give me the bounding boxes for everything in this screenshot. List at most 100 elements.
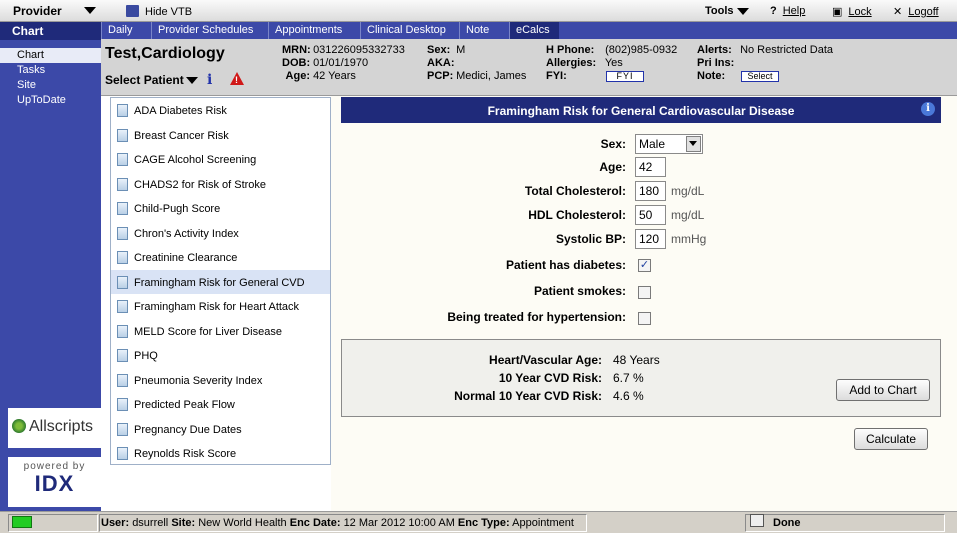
dropdown-arrow-icon [84, 7, 96, 14]
mrn-label: MRN: [282, 44, 311, 56]
mrn-value: 031226095332733 [313, 44, 405, 56]
age-value: 42 Years [313, 70, 356, 82]
nav-item-uptodate[interactable]: UpToDate [0, 93, 101, 108]
tab-ecalcs[interactable]: eCalcs [509, 22, 559, 39]
pcp-value: Medici, James [456, 70, 527, 82]
sex-select[interactable]: Male [635, 134, 703, 154]
calculator-icon [117, 153, 128, 166]
warning-icon[interactable]: ! [230, 72, 244, 85]
info-icon[interactable]: i [207, 72, 212, 88]
list-item[interactable]: Pneumonia Severity Index [111, 368, 330, 393]
hphone-value: (802)985-0932 [605, 44, 678, 56]
tab-provider-schedules[interactable]: Provider Schedules [151, 22, 266, 39]
pcp-label: PCP: [427, 70, 454, 82]
list-item[interactable]: Reynolds Risk Score [111, 441, 330, 466]
list-item[interactable]: Creatinine Clearance [111, 245, 330, 270]
results-panel: Heart/Vascular Age: 48 Years 10 Year CVD… [341, 339, 941, 417]
age-label: Age: [285, 70, 310, 82]
fyi-field: FYI: FYI [546, 70, 645, 82]
enc-date-value: 12 Mar 2012 10:00 AM [343, 517, 455, 529]
smokes-label: Patient smokes: [533, 284, 626, 298]
heart-age-label: Heart/Vascular Age: [489, 353, 602, 367]
list-item-label: Child-Pugh Score [134, 203, 221, 215]
total-cholesterol-input[interactable]: 180 [635, 181, 666, 201]
close-icon: ✕ [893, 6, 903, 18]
age-label: Age: [599, 160, 626, 174]
list-item[interactable]: Chron's Activity Index [111, 221, 330, 246]
tab-appointments[interactable]: Appointments [268, 22, 360, 39]
hypertension-label: Being treated for hypertension: [447, 310, 626, 324]
list-item[interactable]: Predicted Peak Flow [111, 392, 330, 417]
calculator-icon [117, 324, 128, 338]
logoff-link[interactable]: ✕ Logoff [893, 5, 939, 18]
hphone-field: H Phone: (802)985-0932 [546, 44, 677, 56]
lock-link[interactable]: ▣ Lock [832, 5, 872, 18]
list-item-label: Framingham Risk for Heart Attack [134, 301, 300, 313]
priins-field: Pri Ins: [697, 57, 737, 69]
list-item-label: Chron's Activity Index [134, 227, 239, 240]
user-label: User: [101, 517, 130, 529]
mrn-field: MRN: 031226095332733 [282, 44, 405, 56]
provider-menu[interactable]: Provider [0, 0, 102, 22]
select-patient-button[interactable]: Select Patient [105, 73, 198, 87]
list-item[interactable]: CAGE Alcohol Screening [111, 147, 330, 172]
nav-item-site[interactable]: Site [0, 78, 101, 93]
tools-menu[interactable]: Tools [705, 5, 749, 17]
calculator-icon [117, 202, 128, 215]
left-navigation: Chart Chart Tasks Site UpToDate Allscrip… [0, 22, 101, 511]
alerts-field: Alerts: No Restricted Data [697, 44, 833, 56]
cvd-risk-value: 6.7 % [613, 371, 644, 385]
note-select-button[interactable]: Select [741, 71, 780, 82]
hdl-cholesterol-input[interactable]: 50 [635, 205, 666, 225]
page-icon [750, 514, 764, 527]
idx-logo-text: IDX [34, 471, 75, 496]
list-item[interactable]: MELD Score for Liver Disease [111, 319, 330, 344]
enc-date-label: Enc Date: [289, 517, 341, 529]
site-label: Site: [171, 517, 196, 529]
list-item[interactable]: PHQ [111, 343, 330, 368]
calculator-icon [117, 300, 128, 313]
list-item[interactable]: Breast Cancer Risk [111, 123, 330, 148]
list-item[interactable]: Pregnancy Due Dates [111, 417, 330, 442]
normal-cvd-risk-value: 4.6 % [613, 389, 644, 403]
systolic-bp-input[interactable]: 120 [635, 229, 666, 249]
site-value: New World Health [198, 517, 287, 529]
calculator-icon [117, 275, 128, 289]
list-item[interactable]: Child-Pugh Score [111, 196, 330, 221]
list-item[interactable]: ADA Diabetes Risk [111, 98, 330, 123]
hypertension-checkbox[interactable] [638, 312, 651, 325]
info-icon[interactable]: i [921, 102, 935, 116]
nav-header: Chart [0, 22, 101, 40]
smokes-checkbox[interactable] [638, 286, 651, 299]
tools-label: Tools [705, 5, 734, 17]
allergies-value: Yes [604, 57, 623, 69]
vtb-icon [126, 5, 139, 17]
fyi-button[interactable]: FYI [606, 71, 645, 82]
hdl-cholesterol-unit: mg/dL [671, 208, 705, 222]
nav-item-tasks[interactable]: Tasks [0, 63, 101, 78]
enc-type-value: Appointment [512, 517, 574, 529]
dob-label: DOB: [282, 57, 311, 69]
logoff-label: Logoff [908, 6, 939, 18]
tab-clinical-desktop[interactable]: Clinical Desktop [360, 22, 459, 39]
connection-status-icon [12, 516, 32, 528]
diabetes-checkbox[interactable]: ✓ [638, 259, 651, 272]
list-item[interactable]: Framingham Risk for Heart Attack [111, 294, 330, 319]
total-cholesterol-label: Total Cholesterol: [524, 184, 626, 198]
nav-item-chart[interactable]: Chart [0, 48, 101, 63]
tab-note[interactable]: Note [459, 22, 507, 39]
add-to-chart-button[interactable]: Add to Chart [836, 379, 930, 401]
powered-by-logo: powered by IDX [8, 457, 101, 507]
help-link[interactable]: ? Help [770, 5, 805, 17]
tab-daily[interactable]: Daily [101, 22, 151, 39]
allscripts-logo: Allscripts [8, 408, 101, 448]
systolic-bp-label: Systolic BP: [555, 232, 626, 246]
age-input[interactable]: 42 [635, 157, 666, 177]
calculate-button[interactable]: Calculate [854, 428, 928, 450]
hide-vtb-button[interactable]: Hide VTB [126, 5, 192, 18]
list-item[interactable]: CHADS2 for Risk of Stroke [111, 172, 330, 197]
calculator-icon [117, 373, 128, 387]
dob-field: DOB: 01/01/1970 [282, 57, 368, 69]
list-item-selected[interactable]: Framingham Risk for General CVD [111, 269, 330, 294]
normal-cvd-risk-label: Normal 10 Year CVD Risk: [454, 389, 602, 403]
